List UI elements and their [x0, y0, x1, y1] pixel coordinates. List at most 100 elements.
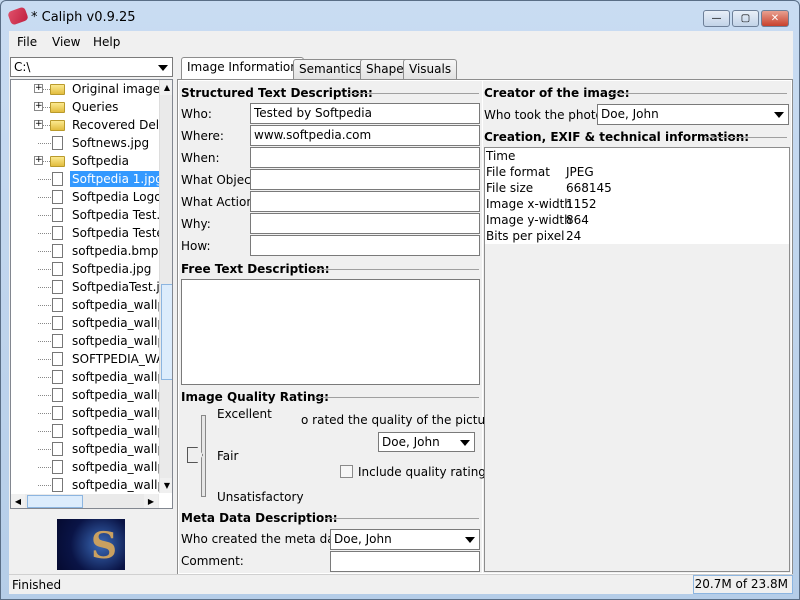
field-input[interactable]: Tested by Softpedia: [250, 103, 480, 124]
tree-item[interactable]: softpedia_wallpa: [11, 476, 172, 494]
status-text: Finished: [12, 578, 62, 592]
expand-icon[interactable]: +: [34, 120, 43, 129]
tree-item[interactable]: + Original images: [11, 80, 166, 98]
field-input[interactable]: [250, 191, 480, 212]
meta-creator-value: Doe, John: [334, 532, 392, 546]
tree-item[interactable]: softpedia_wallpa: [11, 314, 172, 332]
image-thumbnail: S: [57, 519, 125, 570]
folder-icon: [50, 102, 65, 113]
file-icon: [52, 406, 63, 420]
tree-item[interactable]: softpedia.bmp: [11, 242, 161, 260]
include-quality-checkbox[interactable]: [340, 465, 353, 478]
close-button[interactable]: ✕: [761, 10, 789, 27]
scroll-right-button[interactable]: ▶: [144, 494, 158, 508]
field-input[interactable]: [250, 235, 480, 256]
file-tree[interactable]: + Original images + Queries + Recovered Delet…: [10, 79, 173, 509]
exif-key: Image y-width: [486, 213, 572, 227]
folder-icon: [50, 156, 65, 167]
tree-item[interactable]: SOFTPEDIA_WAI: [11, 350, 168, 368]
folder-icon: [50, 120, 65, 131]
menu-file[interactable]: File: [13, 35, 41, 49]
quality-excellent-label: Excellent: [217, 407, 272, 421]
tree-item[interactable]: Softpedia Logo.j: [11, 188, 169, 206]
tree-item-label: softpedia.bmp: [72, 244, 159, 258]
field-input[interactable]: [250, 147, 480, 168]
quality-fair-label: Fair: [217, 449, 239, 463]
field-input[interactable]: [250, 213, 480, 234]
field-input[interactable]: www.softpedia.com: [250, 125, 480, 146]
exif-row: Image y-width 864: [485, 212, 789, 228]
scroll-up-button[interactable]: ▲: [160, 80, 172, 95]
photographer-label: Who took the photo:: [484, 108, 607, 122]
tree-item[interactable]: softpedia_wallpa: [11, 368, 172, 386]
include-quality-label: Include quality rating: [358, 465, 486, 479]
client-area: File View Help C:\ + Original images + Quer…: [9, 31, 793, 594]
tree-item-label: Softpedia: [72, 154, 129, 168]
tree-item[interactable]: softpedia_wallpa: [11, 404, 172, 422]
meta-creator-label: Who created the meta data:: [181, 532, 351, 546]
drive-combo-value: C:\: [14, 60, 31, 74]
tree-item[interactable]: Softpedia 1.jpg: [11, 170, 165, 188]
quality-heading: Image Quality Rating:: [181, 390, 329, 404]
maximize-button[interactable]: ▢: [732, 10, 759, 27]
exif-row: File format JPEG: [485, 164, 789, 180]
photographer-combo[interactable]: Doe, John: [597, 104, 789, 125]
chevron-down-icon: [158, 65, 168, 71]
tab-image-information[interactable]: Image Information: [181, 57, 304, 79]
scroll-down-button[interactable]: ▼: [160, 478, 172, 493]
folder-icon: [50, 84, 65, 95]
scroll-thumb-horizontal[interactable]: [27, 495, 83, 508]
exif-value: 24: [566, 229, 582, 243]
tree-item[interactable]: + Queries: [11, 98, 161, 116]
free-text-textarea[interactable]: [181, 279, 480, 385]
menu-help[interactable]: Help: [89, 35, 124, 49]
field-label: When:: [181, 151, 220, 165]
tree-item[interactable]: Softnews.jpg: [11, 134, 161, 152]
chevron-down-icon: [774, 112, 784, 118]
tree-item[interactable]: + Recovered Delet: [11, 116, 171, 134]
tab-semantics[interactable]: Semantics: [293, 59, 368, 79]
file-icon: [52, 478, 63, 492]
file-icon: [52, 388, 63, 402]
tree-vertical-scrollbar[interactable]: ▲ ▼: [159, 80, 172, 493]
exif-table[interactable]: Time File format JPEG File size 668145 Image …: [484, 147, 790, 572]
tree-item-label: softpedia_wallpa: [72, 298, 173, 312]
tree-item-label: Softnews.jpg: [72, 136, 150, 150]
app-window: * Caliph v0.9.25 — ▢ ✕ File View Help C:…: [0, 0, 800, 600]
field-label: Where:: [181, 129, 224, 143]
expand-icon[interactable]: +: [34, 84, 43, 93]
tree-item[interactable]: softpedia_wallpa: [11, 296, 172, 314]
comment-input[interactable]: [330, 551, 480, 572]
tree-item[interactable]: softpedia_wallpa: [11, 386, 172, 404]
field-input[interactable]: [250, 169, 480, 190]
tree-item[interactable]: softpedia_wallpa: [11, 440, 172, 458]
menu-view[interactable]: View: [48, 35, 84, 49]
tree-horizontal-scrollbar[interactable]: ◀ ▶: [11, 494, 159, 508]
rater-combo[interactable]: Doe, John: [378, 432, 475, 452]
scroll-thumb[interactable]: [161, 284, 172, 380]
exif-row: Image x-width 1152: [485, 196, 789, 212]
tree-item[interactable]: softpedia_wallpa: [11, 458, 172, 476]
minimize-button[interactable]: —: [703, 10, 730, 27]
file-icon: [52, 226, 63, 240]
tree-item[interactable]: Softpedia Test.jp: [11, 206, 171, 224]
expand-icon[interactable]: +: [34, 102, 43, 111]
meta-creator-combo[interactable]: Doe, John: [330, 529, 480, 550]
tree-item[interactable]: + Softpedia: [11, 152, 161, 170]
meta-heading: Meta Data Description:: [181, 511, 338, 525]
field-label: How:: [181, 239, 211, 253]
expand-icon[interactable]: +: [34, 156, 43, 165]
scroll-left-button[interactable]: ◀: [11, 494, 25, 508]
tree-item[interactable]: Softpedia.jpg: [11, 260, 161, 278]
tree-item-label: softpedia_wallpa: [72, 460, 173, 474]
file-icon: [52, 280, 63, 294]
file-icon: [52, 370, 63, 384]
tree-item[interactable]: softpedia_wallpa: [11, 422, 172, 440]
tree-item[interactable]: Softpedia Testec: [11, 224, 170, 242]
tree-item[interactable]: softpedia_wallpa: [11, 332, 172, 350]
drive-combo[interactable]: C:\: [10, 57, 173, 77]
tab-visuals[interactable]: Visuals: [403, 59, 458, 79]
file-icon: [52, 136, 63, 150]
file-icon: [52, 316, 63, 330]
tree-item[interactable]: SoftpediaTest.jp: [11, 278, 167, 296]
